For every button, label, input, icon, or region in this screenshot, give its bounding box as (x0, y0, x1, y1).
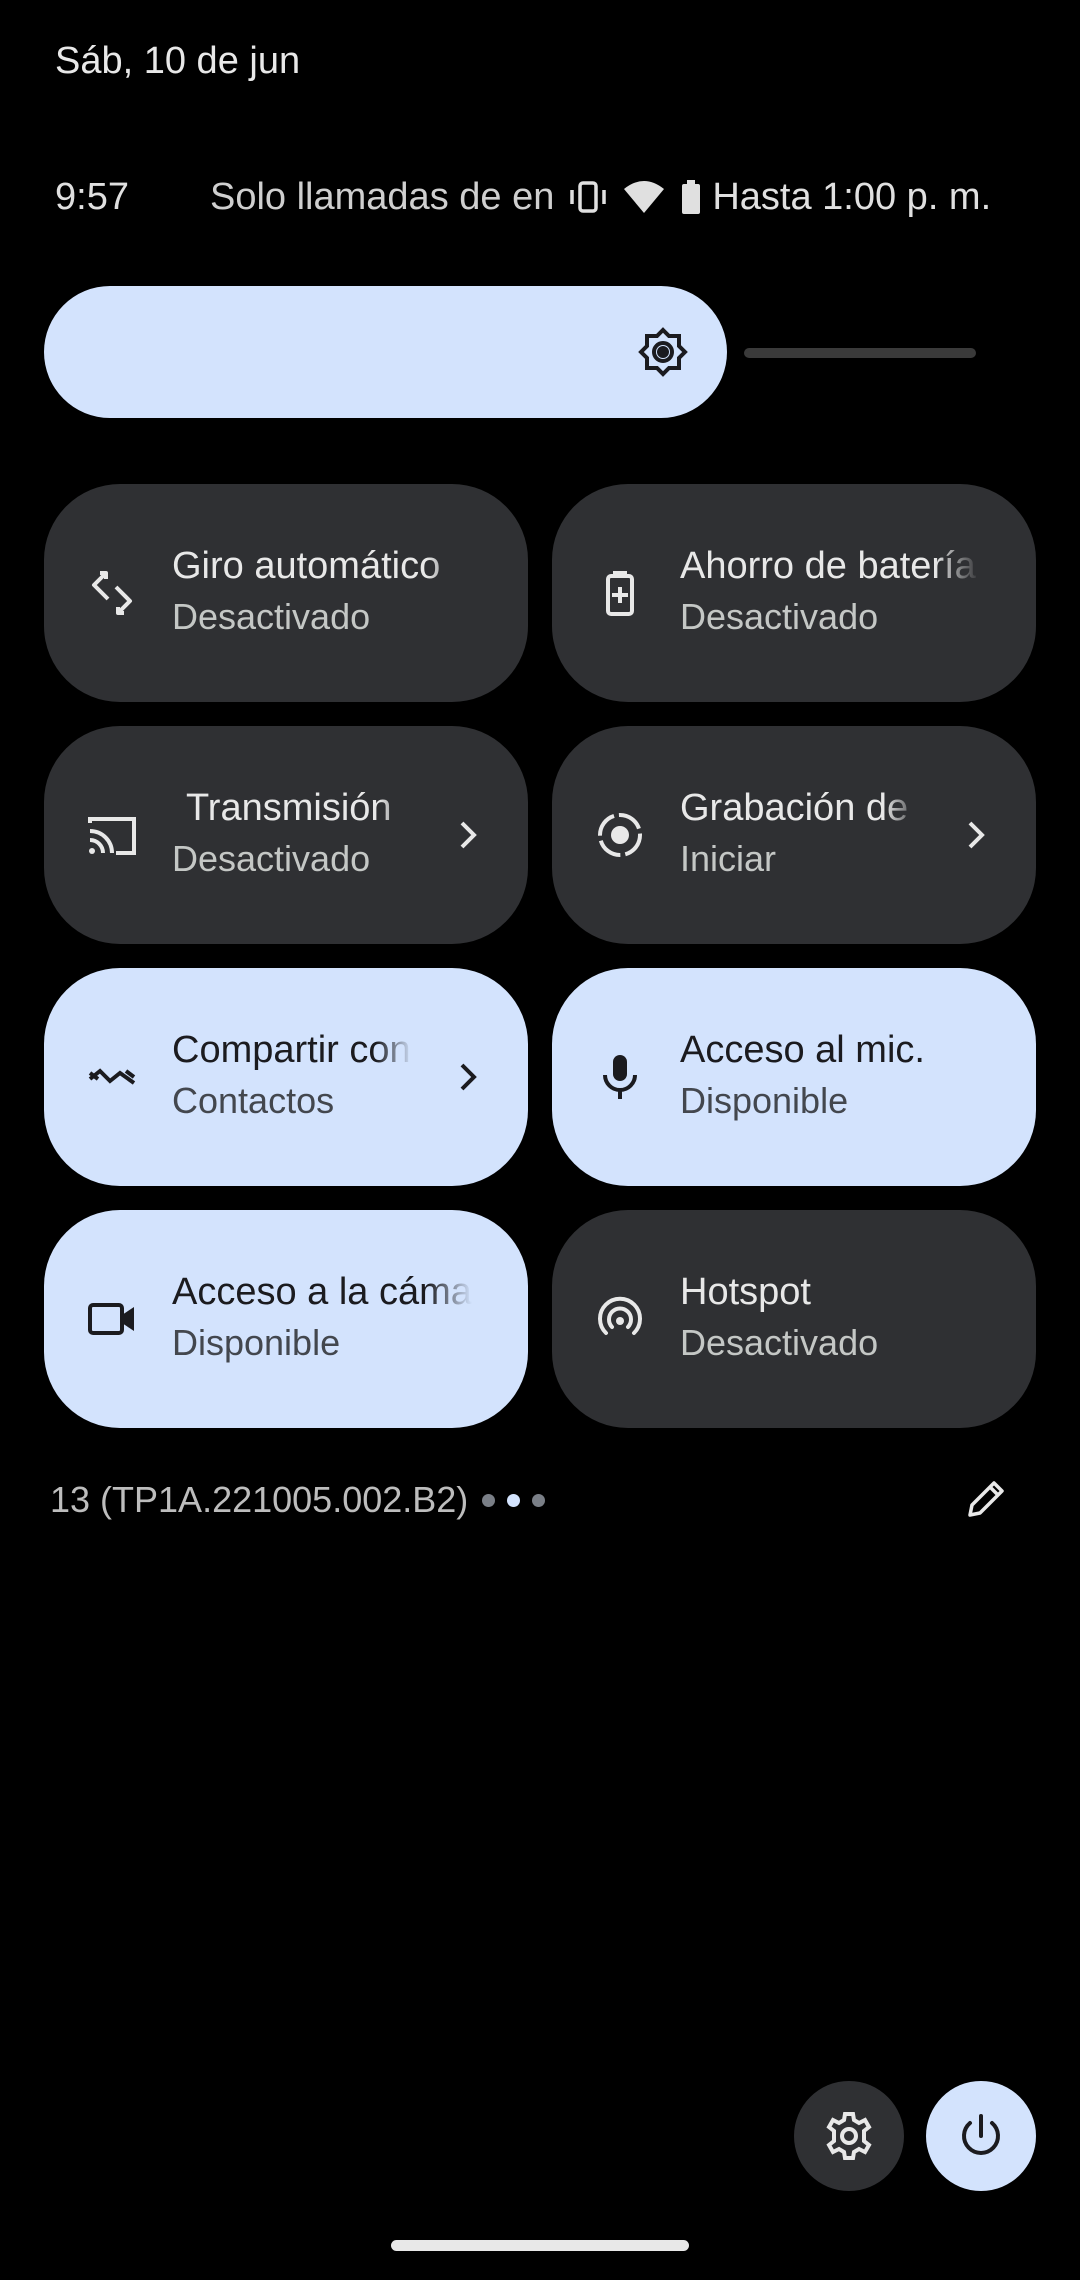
settings-button[interactable] (794, 2081, 904, 2191)
tile-title: Transmisión (186, 787, 392, 829)
tile-text: Transmisión Desactivado (172, 784, 472, 886)
tile-title: Ahorro de batería (680, 545, 976, 587)
date-label[interactable]: Sáb, 10 de jun (55, 40, 300, 83)
tile-subtitle: Desactivado (680, 596, 879, 637)
tile-text: Acceso a la cámara Disponible (172, 1268, 472, 1370)
tile-subtitle: Disponible (680, 1080, 849, 1121)
auto-rotate-icon (92, 571, 132, 615)
camera-icon (88, 1303, 134, 1335)
tile-subtitle: Contactos (172, 1080, 335, 1121)
gear-icon (826, 2112, 872, 2160)
nearby-share-icon (88, 1068, 136, 1085)
mic-icon (603, 1055, 637, 1099)
quick-settings-footer: 13 (TP1A.221005.002.B2) (50, 1470, 1010, 1530)
battery-icon (682, 180, 701, 214)
tile-title: Acceso a la cámara (172, 1271, 472, 1313)
page-dot-active (507, 1493, 521, 1507)
dnd-mode-text: Solo llamadas de en (210, 175, 555, 218)
brightness-slider[interactable] (44, 286, 976, 418)
clock: 9:57 (55, 175, 129, 218)
status-bar: 9:57 Solo llamadas de en Hasta 1:00 p. m… (55, 172, 1025, 222)
cast-icon (88, 817, 136, 855)
gesture-navigation-bar[interactable] (391, 2240, 689, 2251)
tile-auto-rotate[interactable]: Giro automático Desactivado (44, 484, 528, 702)
tile-subtitle: Desactivado (172, 838, 371, 879)
page-indicator (482, 1493, 546, 1507)
tile-text: Acceso al mic. Disponible (680, 1026, 980, 1128)
tile-text: Grabación de pantalla Iniciar (680, 784, 920, 886)
battery-estimate: Hasta 1:00 p. m. (712, 175, 992, 218)
chevron-right-icon[interactable] (956, 815, 996, 855)
power-icon (962, 2114, 1000, 2155)
brightness-fill[interactable] (44, 286, 727, 418)
brightness-icon (638, 327, 688, 377)
tile-screen-record[interactable]: Grabación de pantalla Iniciar (552, 726, 1036, 944)
wifi-icon (624, 181, 665, 213)
tile-subtitle: Desactivado (172, 596, 371, 637)
tile-camera-access[interactable]: Acceso a la cámara Disponible (44, 1210, 528, 1428)
tile-text: Hotspot Desactivado (680, 1268, 980, 1370)
tile-title: Compartir con Nearby (172, 1029, 412, 1071)
tile-text: Compartir con Nearby Contactos (172, 1026, 412, 1128)
chevron-right-icon[interactable] (448, 815, 488, 855)
tile-text: Giro automático Desactivado (172, 542, 472, 644)
chevron-right-icon[interactable] (448, 1057, 488, 1097)
page-dot (482, 1493, 496, 1507)
power-button[interactable] (926, 2081, 1036, 2191)
vibrate-icon (570, 181, 607, 213)
tile-text: Ahorro de batería Desactivado (680, 542, 980, 644)
build-number[interactable]: 13 (TP1A.221005.002.B2) (50, 1479, 468, 1521)
hotspot-icon (598, 1296, 642, 1335)
brightness-track[interactable] (744, 348, 976, 358)
status-icons (568, 179, 702, 215)
quick-settings-tiles: Giro automático Desactivado Ahorro de ba… (44, 484, 1036, 1428)
tile-mic-access[interactable]: Acceso al mic. Disponible (552, 968, 1036, 1186)
edit-pencil-icon[interactable] (962, 1475, 1010, 1523)
page-dot (532, 1493, 546, 1507)
tile-battery-saver[interactable]: Ahorro de batería Desactivado (552, 484, 1036, 702)
tile-subtitle: Iniciar (680, 838, 777, 879)
tile-hotspot[interactable]: Hotspot Desactivado (552, 1210, 1036, 1428)
tile-nearby-share[interactable]: Compartir con Nearby Contactos (44, 968, 528, 1186)
tile-cast[interactable]: Transmisión Desactivado (44, 726, 528, 944)
tile-subtitle: Disponible (172, 1322, 341, 1363)
tile-title: Hotspot (680, 1271, 811, 1313)
tile-title: Giro automático (172, 545, 441, 587)
screen-record-icon (598, 813, 642, 857)
tile-title: Acceso al mic. (680, 1029, 925, 1071)
tile-subtitle: Desactivado (680, 1322, 879, 1363)
quick-settings-panel: Sáb, 10 de jun 9:57 Solo llamadas de en … (0, 0, 1080, 2280)
tile-title: Grabación de pantalla (680, 787, 920, 829)
battery-saver-icon (606, 571, 634, 616)
